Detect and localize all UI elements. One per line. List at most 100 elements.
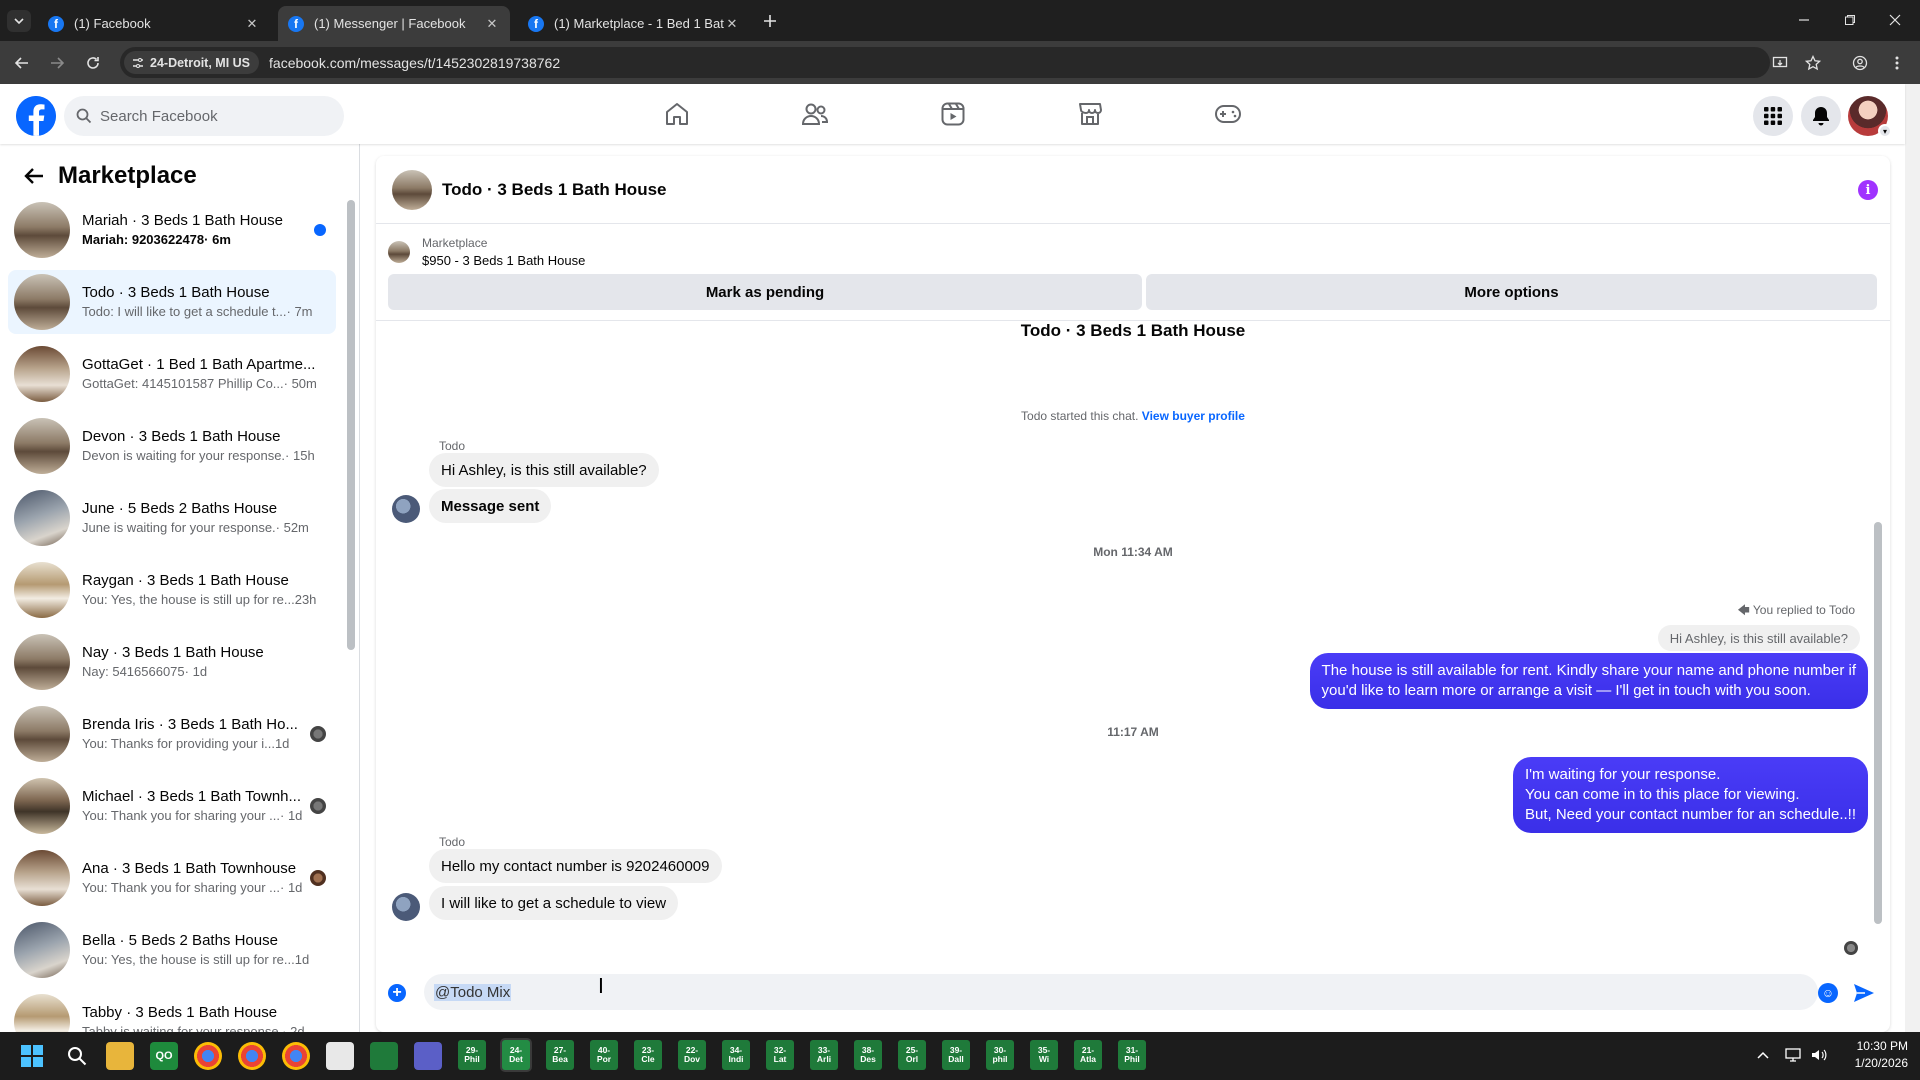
incoming-message[interactable]: Message sent [429,489,552,523]
info-icon[interactable]: i [1858,180,1878,200]
taskbar-app-dated[interactable]: 32- Lat [766,1040,794,1070]
system-clock[interactable]: 10:30 PM 1/20/2026 [1855,1038,1908,1072]
chat-title[interactable]: Todo · 3 Beds 1 Bath House [442,180,667,200]
chrome-icon[interactable] [194,1042,222,1070]
chrome-profile-icon[interactable] [238,1042,266,1070]
app-icon[interactable] [414,1042,442,1070]
taskbar-app-dated[interactable]: 39- Dall [942,1040,970,1070]
taskbar-app-dated[interactable]: 35- Wi [1030,1040,1058,1070]
conversation-item[interactable]: Raygan · 3 Beds 1 Bath House You: Yes, t… [8,558,336,622]
location-chip[interactable]: 24-Detroit, MI US [124,51,260,74]
omnibox[interactable]: 24-Detroit, MI US facebook.com/messages/… [120,47,1770,78]
menu-grid-icon[interactable] [1753,96,1793,136]
bookmark-star-icon[interactable] [1800,50,1826,76]
conversation-item[interactable]: Mariah · 3 Beds 1 Bath House Mariah: 920… [8,198,336,262]
chat-listing-thumbnail[interactable] [392,169,432,210]
taskbar-app-dated[interactable]: 25- Orl [898,1040,926,1070]
back-arrow-icon[interactable] [9,50,35,76]
mark-as-pending-button[interactable]: Mark as pending [388,274,1142,310]
sender-avatar[interactable] [392,495,420,523]
close-tab-icon[interactable]: ✕ [484,16,500,32]
sidebar-scrollbar[interactable] [347,200,355,650]
conversation-item-active[interactable]: Todo · 3 Beds 1 Bath House Todo: I will … [8,270,336,334]
outgoing-message[interactable]: I'm waiting for your response. You can co… [1512,757,1868,833]
minimize-icon[interactable] [1789,8,1819,32]
notifications-bell-icon[interactable] [1801,96,1841,136]
browser-tab-messenger[interactable]: f (1) Messenger | Facebook ✕ [278,6,510,41]
message-thread[interactable]: Todo · 3 Beds 1 Bath House Todo started … [376,320,1890,960]
taskbar-app-dated[interactable]: 29- Phil [458,1040,486,1070]
incoming-message[interactable]: I will like to get a schedule to view [429,886,679,920]
account-avatar[interactable]: ▾ [1848,96,1892,138]
taskbar-app-dated[interactable]: 34- Indi [722,1040,750,1070]
browser-tab-marketplace[interactable]: f (1) Marketplace - 1 Bed 1 Bath ✕ [518,6,750,41]
app-icon[interactable] [370,1042,398,1070]
conversation-item[interactable]: Brenda Iris · 3 Beds 1 Bath Ho... You: T… [8,702,336,766]
incoming-message[interactable]: Hi Ashley, is this still available? [429,453,659,487]
home-icon[interactable] [657,96,697,132]
gaming-icon[interactable] [1208,96,1248,132]
network-icon[interactable] [1784,1046,1802,1064]
search-icon[interactable] [63,1042,91,1070]
taskbar-app-dated[interactable]: 31- Phil [1118,1040,1146,1070]
profile-icon[interactable] [1847,50,1873,76]
more-options-button[interactable]: More options [1146,274,1877,310]
taskbar-app-dated[interactable]: 21- Atla [1074,1040,1102,1070]
friends-icon[interactable] [795,96,835,132]
message-input[interactable]: @Todo Mix [424,974,1818,1010]
taskbar-app-dated[interactable]: 23- Cle [634,1040,662,1070]
quoted-message[interactable]: Hi Ashley, is this still available? [1657,625,1860,651]
conversation-item[interactable]: Bella · 5 Beds 2 Baths House You: Yes, t… [8,918,336,982]
chat-scrollbar[interactable] [1874,420,1882,934]
facebook-search-input[interactable]: Search Facebook [64,96,344,136]
emoji-icon[interactable]: ☺ [1818,983,1838,1003]
forward-arrow-icon[interactable] [44,50,70,76]
taskbar-app-dated[interactable]: 22- Dov [678,1040,706,1070]
new-tab-plus-icon[interactable] [758,9,782,33]
back-arrow-icon[interactable] [16,158,52,194]
notepad-icon[interactable] [326,1042,354,1070]
taskbar-app-dated[interactable]: 30- phil [986,1040,1014,1070]
conversation-item[interactable]: June · 5 Beds 2 Baths House June is wait… [8,486,336,550]
conversation-item[interactable]: Tabby · 3 Beds 1 Bath House Tabby is wai… [8,990,336,1032]
chrome-profile-icon[interactable] [282,1042,310,1070]
close-tab-icon[interactable]: ✕ [724,16,740,32]
close-tab-icon[interactable]: ✕ [244,16,260,32]
taskbar-app-dated[interactable]: 40- Por [590,1040,618,1070]
incoming-message[interactable]: Hello my contact number is 9202460009 [429,849,722,883]
taskbar-app-dated[interactable]: 33- Arli [810,1040,838,1070]
file-explorer-icon[interactable] [106,1042,134,1070]
marketplace-icon[interactable] [1070,96,1110,132]
conversation-item[interactable]: Ana · 3 Beds 1 Bath Townhouse You: Thank… [8,846,336,910]
conversation-item[interactable]: GottaGet · 1 Bed 1 Bath Apartme... Gotta… [8,342,336,406]
chat-header: Todo · 3 Beds 1 Bath House i [376,156,1890,224]
taskbar-app-dated[interactable]: 38- Des [854,1040,882,1070]
view-buyer-profile-link[interactable]: View buyer profile [1142,409,1245,423]
outgoing-message[interactable]: The house is still available for rent. K… [1309,653,1868,709]
reload-icon[interactable] [80,50,106,76]
conversation-item[interactable]: Michael · 3 Beds 1 Bath Townh... You: Th… [8,774,336,838]
conversation-item[interactable]: Nay · 3 Beds 1 Bath House Nay: 541656607… [8,630,336,694]
taskbar-app-dated-active[interactable]: 24- Det [502,1040,530,1070]
sender-avatar[interactable] [392,893,420,921]
taskbar-app-dated[interactable]: 27- Bea [546,1040,574,1070]
chevron-up-icon[interactable] [1754,1046,1772,1064]
listing-thumbnail [14,634,70,690]
conversation-item[interactable]: Devon · 3 Beds 1 Bath House Devon is wai… [8,414,336,478]
browser-tab-facebook[interactable]: f (1) Facebook ✕ [38,6,270,41]
app-icon[interactable]: QO [150,1042,178,1070]
page-scrollbar[interactable] [1905,84,1920,1032]
install-app-icon[interactable] [1767,50,1793,76]
close-window-icon[interactable] [1880,8,1910,32]
video-icon[interactable] [933,96,973,132]
browser-menu-icon[interactable] [1884,50,1910,76]
restore-icon[interactable] [1835,8,1865,32]
volume-icon[interactable] [1810,1046,1828,1064]
windows-start-icon[interactable] [18,1042,46,1070]
facebook-logo-icon[interactable] [16,96,56,136]
url-text[interactable]: facebook.com/messages/t/1452302819738762 [269,55,560,71]
tab-search-chevron-icon[interactable] [7,10,31,32]
listing-banner[interactable]: Marketplace $950 - 3 Beds 1 Bath House [388,234,585,270]
send-icon[interactable] [1852,981,1876,1005]
plus-circle-icon[interactable]: + [388,984,406,1002]
